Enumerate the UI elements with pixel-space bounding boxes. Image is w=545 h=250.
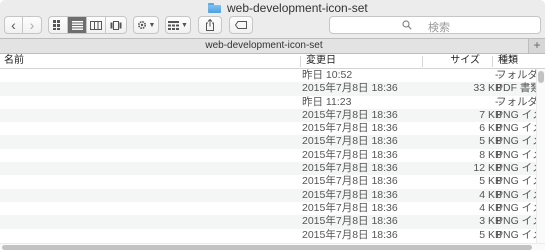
column-divider[interactable] [492,56,493,67]
file-row[interactable]: 64bit.png2015年7月8日 18:366 KBPNG イメ [0,122,545,135]
modified-date: 2015年7月8日 18:36 [302,201,398,214]
nav-buttons: ‹ › [4,16,42,34]
file-row[interactable]: Good Boy License.pdf2015年7月8日 18:3633 KB… [0,82,545,96]
file-size: 5 KB [479,175,502,188]
chevron-down-icon: ▼ [181,21,188,29]
title-bar: web-development-icon-set [0,0,545,16]
folder-row[interactable]: ▶EPS昨日 10:52--フォルダ [0,69,545,82]
chevron-down-icon: ▼ [148,21,156,29]
file-size: -- [495,69,502,81]
search-placeholder: 検索 [428,22,450,34]
coverflow-view-button[interactable] [106,17,125,33]
modified-date: 2015年7月8日 18:36 [302,228,398,241]
window-title-text: web-development-icon-set [227,1,368,15]
list-view-button[interactable] [68,17,87,33]
modified-date: 2015年7月8日 18:36 [302,82,398,95]
columns-icon [90,20,102,30]
toolbar: ‹ › ▼ ▼ 検索 [0,16,545,38]
horizontal-scrollbar[interactable] [0,243,545,250]
column-divider[interactable] [422,56,423,67]
search-icon [402,20,412,30]
file-list: ▶EPS昨日 10:52--フォルダGood Boy License.pdf20… [0,69,545,243]
file-size: 7 KB [479,108,502,121]
file-row[interactable]: 32bit.png2015年7月8日 18:367 KBPNG イメ [0,108,545,123]
folder-icon [208,3,221,13]
file-size: 5 KB [479,228,502,241]
column-name-header[interactable]: 名前 [0,54,300,68]
chevron-right-icon: › [29,17,35,33]
file-size: 8 KB [479,148,502,161]
share-button[interactable] [198,16,222,34]
file-row[interactable]: Barcode.png2015年7月8日 18:363 KBPNG イメ [0,215,545,229]
chevron-left-icon: ‹ [11,17,16,33]
modified-date: 昨日 10:52 [302,69,353,81]
file-size: 33 KB [473,82,502,95]
arrange-icon [168,20,180,30]
file-size: 3 KB [479,215,502,228]
list-icon [71,20,83,30]
modified-date: 2015年7月8日 18:36 [302,188,398,201]
modified-date: 2015年7月8日 18:36 [302,175,398,188]
tag-icon [235,21,247,29]
file-row[interactable]: Average 2.png2015年7月8日 18:3612 KBPNG イメ [0,162,545,176]
coverflow-icon [110,20,121,30]
file-row[interactable]: Add Property.png2015年7月8日 18:365 KBPNG イ… [0,135,545,149]
column-kind-header[interactable]: 種類 [494,54,536,68]
search-field[interactable]: 検索 [329,16,541,34]
modified-date: 昨日 11:23 [302,95,352,108]
file-row[interactable]: Barcode Scanner.png2015年7月8日 18:364 KBPN… [0,202,545,215]
share-icon [206,19,214,31]
column-header: 名前 変更日 サイズ 種類 [0,54,545,69]
tab-bar: web-development-icon-set + [0,38,545,54]
window-title: web-development-icon-set [208,1,368,15]
horizontal-scroll-thumb[interactable] [2,245,532,250]
gear-icon [137,20,146,30]
vertical-scrollbar[interactable] [536,69,545,243]
column-size-header[interactable]: サイズ [424,54,494,68]
column-view-button[interactable] [87,17,106,33]
forward-button[interactable]: › [23,17,41,33]
add-tab-button[interactable]: + [528,39,545,53]
modified-date: 2015年7月8日 18:36 [302,215,398,228]
modified-date: 2015年7月8日 18:36 [302,108,398,121]
back-button[interactable]: ‹ [5,17,24,33]
file-size: 12 KB [473,162,502,175]
tags-button[interactable] [229,16,253,34]
file-size: 6 KB [479,122,502,135]
view-mode-selector [48,16,127,34]
arrange-menu-button[interactable]: ▼ [165,16,191,34]
grid-icon [53,20,60,30]
modified-date: 2015年7月8日 18:36 [302,122,398,135]
tab-web-development-icon-set[interactable]: web-development-icon-set [0,39,528,53]
folder-row[interactable]: ▼PNG昨日 11:23--フォルダ [0,96,545,109]
file-row[interactable]: Backspace.png2015年7月8日 18:364 KBPNG イメ [0,188,545,202]
column-divider[interactable] [300,56,301,67]
file-row[interactable]: Back To Draft.png2015年7月8日 18:365 KBPNG … [0,175,545,188]
vertical-scroll-thumb[interactable] [538,71,544,83]
file-row[interactable]: Administrative Tools.png2015年7月8日 18:368… [0,149,545,162]
icon-view-button[interactable] [49,17,68,33]
modified-date: 2015年7月8日 18:36 [302,162,398,175]
action-menu-button[interactable]: ▼ [133,16,159,34]
modified-date: 2015年7月8日 18:36 [302,135,398,148]
file-row[interactable]: Bebo.png2015年7月8日 18:365 KBPNG イメ [0,229,545,242]
file-size: -- [495,95,502,108]
modified-date: 2015年7月8日 18:36 [302,148,398,161]
file-size: 4 KB [479,188,502,201]
file-size: 4 KB [479,201,502,214]
file-size: 5 KB [479,135,502,148]
column-date-header[interactable]: 変更日 [302,54,422,68]
